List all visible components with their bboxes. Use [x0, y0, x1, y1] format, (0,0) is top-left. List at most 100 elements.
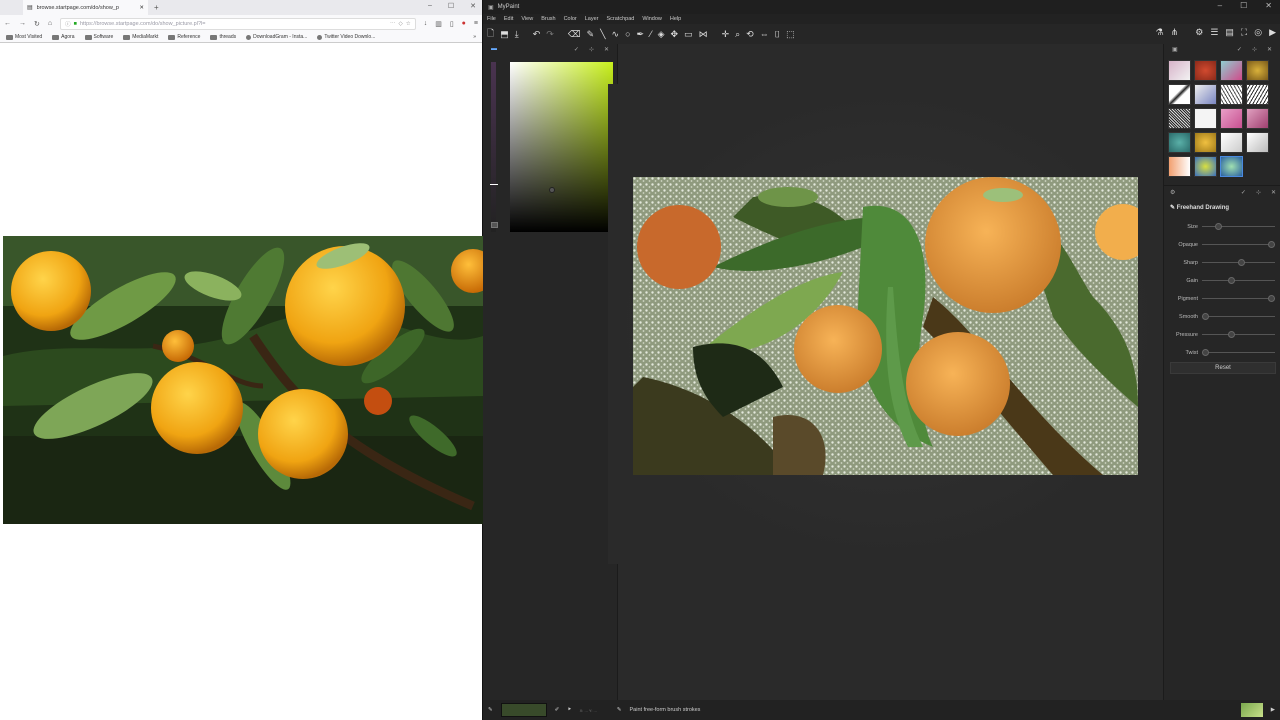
- bookmark-most-visited[interactable]: Most Visited: [6, 34, 42, 40]
- menu-scratchpad[interactable]: Scratchpad: [606, 16, 634, 22]
- setting-slider[interactable]: [1202, 316, 1275, 317]
- brush-preset[interactable]: [1246, 60, 1269, 81]
- minimize-icon[interactable]: –: [1218, 1, 1222, 10]
- hue-strip[interactable]: [491, 62, 496, 232]
- color-swatch[interactable]: [500, 703, 547, 717]
- new-tab-icon[interactable]: +: [154, 3, 159, 12]
- youtube-icon[interactable]: ▶: [1269, 27, 1276, 38]
- brush-preset[interactable]: [1194, 156, 1217, 177]
- color-picker-icon[interactable]: ⁄: [650, 29, 652, 39]
- library-icon[interactable]: ▥: [435, 20, 442, 28]
- setting-slider[interactable]: [1202, 280, 1275, 281]
- painting-canvas[interactable]: [633, 177, 1138, 475]
- scratchpad-icon[interactable]: ⚗: [1156, 27, 1164, 38]
- pan-icon[interactable]: ✛: [722, 29, 730, 40]
- more-bookmarks-icon[interactable]: »: [473, 34, 476, 40]
- brush-preset[interactable]: [1168, 108, 1191, 129]
- brush-preset[interactable]: [1168, 84, 1191, 105]
- setting-slider[interactable]: [1202, 334, 1275, 335]
- open-file-icon[interactable]: ⬒: [500, 29, 509, 40]
- new-file-icon[interactable]: 🗋: [487, 26, 494, 42]
- setting-slider[interactable]: [1202, 298, 1275, 299]
- reload-icon[interactable]: ↻: [34, 20, 40, 28]
- brush-preset[interactable]: [1194, 108, 1217, 129]
- close-panel-icon[interactable]: ✕: [1267, 46, 1272, 53]
- close-panel-icon[interactable]: ✕: [604, 46, 609, 53]
- history-toggle-icon[interactable]: [491, 222, 498, 228]
- color-picker-cursor[interactable]: [549, 187, 555, 193]
- color-tab-icon[interactable]: ▬: [491, 46, 497, 52]
- zoom-icon[interactable]: ⌕: [735, 29, 740, 40]
- more-icon[interactable]: ⋯: [390, 21, 396, 27]
- bookmark-software[interactable]: Software: [84, 34, 113, 40]
- slider-knob[interactable]: [1202, 313, 1209, 320]
- bookmark-threads[interactable]: threads: [210, 34, 236, 40]
- brush-preset[interactable]: [1246, 108, 1269, 129]
- pin-icon[interactable]: ✓: [1241, 189, 1246, 199]
- menu-window[interactable]: Window: [642, 16, 662, 22]
- brush-preset[interactable]: [1194, 132, 1217, 153]
- slider-knob[interactable]: [1268, 241, 1275, 248]
- edit-icon[interactable]: ✐: [555, 707, 560, 713]
- help-icon[interactable]: ◎: [1254, 27, 1262, 38]
- browser-tab[interactable]: ▤ browse.startpage.com/do/show_p ✕: [23, 0, 148, 15]
- youtube-icon[interactable]: ▶: [1271, 707, 1275, 713]
- fill-tool-icon[interactable]: ◈: [658, 29, 665, 40]
- eraser-icon[interactable]: ⌫: [568, 29, 581, 40]
- menu-layer[interactable]: Layer: [585, 16, 599, 22]
- menu-edit[interactable]: Edit: [504, 16, 513, 22]
- freehand-brush-icon[interactable]: ✎: [587, 29, 595, 40]
- slider-knob[interactable]: [1238, 259, 1246, 266]
- fit-view-icon[interactable]: ⬚: [786, 29, 795, 40]
- back-icon[interactable]: ←: [4, 20, 11, 27]
- save-icon[interactable]: ⤓: [515, 29, 519, 40]
- info-icon[interactable]: ⓘ: [65, 20, 71, 28]
- extension-icon[interactable]: ●: [462, 20, 466, 27]
- slider-knob[interactable]: [1228, 277, 1236, 284]
- gear-icon[interactable]: ⚙: [1170, 189, 1175, 199]
- symmetry-tool-icon[interactable]: ⋈: [699, 29, 708, 40]
- brush-tab-icon[interactable]: ▣: [1172, 46, 1178, 53]
- frame-tool-icon[interactable]: ▭: [684, 29, 693, 40]
- canvas-area[interactable]: [608, 44, 1168, 700]
- menu-icon[interactable]: ≡: [474, 20, 478, 27]
- move-layer-icon[interactable]: ✥: [671, 29, 679, 40]
- forward-icon[interactable]: →: [19, 20, 26, 27]
- bookmark-reference[interactable]: Reference: [168, 34, 200, 40]
- thumbnail-preview[interactable]: [1240, 703, 1263, 717]
- bookmark-agora[interactable]: Agora: [52, 34, 75, 40]
- setting-slider[interactable]: [1202, 352, 1275, 353]
- home-icon[interactable]: ⌂: [48, 20, 52, 27]
- connected-lines-icon[interactable]: ∿: [612, 29, 620, 40]
- brush-preset[interactable]: [1168, 132, 1191, 153]
- rotate-icon[interactable]: ⟲: [746, 29, 754, 40]
- bookmark-downloadgram[interactable]: DownloadGram - Insta...: [246, 34, 307, 40]
- flip-icon[interactable]: ⇔: [760, 29, 769, 39]
- brush-preset[interactable]: [1220, 84, 1243, 105]
- brush-preset[interactable]: [1168, 156, 1191, 177]
- reset-button[interactable]: Reset: [1170, 362, 1276, 374]
- brush-preset[interactable]: [1194, 60, 1217, 81]
- brush-preset[interactable]: [1220, 132, 1243, 153]
- pocket-icon[interactable]: ◇: [399, 21, 403, 27]
- sidebar-icon[interactable]: ▯: [450, 20, 454, 28]
- brush-preset[interactable]: [1194, 84, 1217, 105]
- menu-view[interactable]: View: [521, 16, 533, 22]
- close-panel-icon[interactable]: ✕: [1271, 189, 1276, 199]
- star-icon[interactable]: ☆: [406, 21, 411, 27]
- brush-preset[interactable]: [1168, 60, 1191, 81]
- menu-brush[interactable]: Brush: [541, 16, 555, 22]
- options-icon[interactable]: ⊹: [1256, 189, 1261, 199]
- brush-preset-selected[interactable]: [1220, 156, 1243, 177]
- options-icon[interactable]: ⊹: [589, 46, 594, 53]
- maximize-icon[interactable]: ☐: [1240, 1, 1247, 10]
- layers-icon[interactable]: ▤: [1225, 27, 1234, 38]
- pin-icon[interactable]: ✓: [1237, 46, 1242, 53]
- lines-tool-icon[interactable]: ╲: [600, 29, 605, 40]
- undo-icon[interactable]: ↶: [533, 29, 541, 40]
- options-icon[interactable]: ⊹: [1252, 46, 1257, 53]
- setting-slider[interactable]: [1202, 226, 1275, 227]
- fullscreen-icon[interactable]: ⛶: [1241, 27, 1247, 38]
- menu-color[interactable]: Color: [564, 16, 577, 22]
- brush-indicator-icon[interactable]: ✎: [488, 707, 493, 713]
